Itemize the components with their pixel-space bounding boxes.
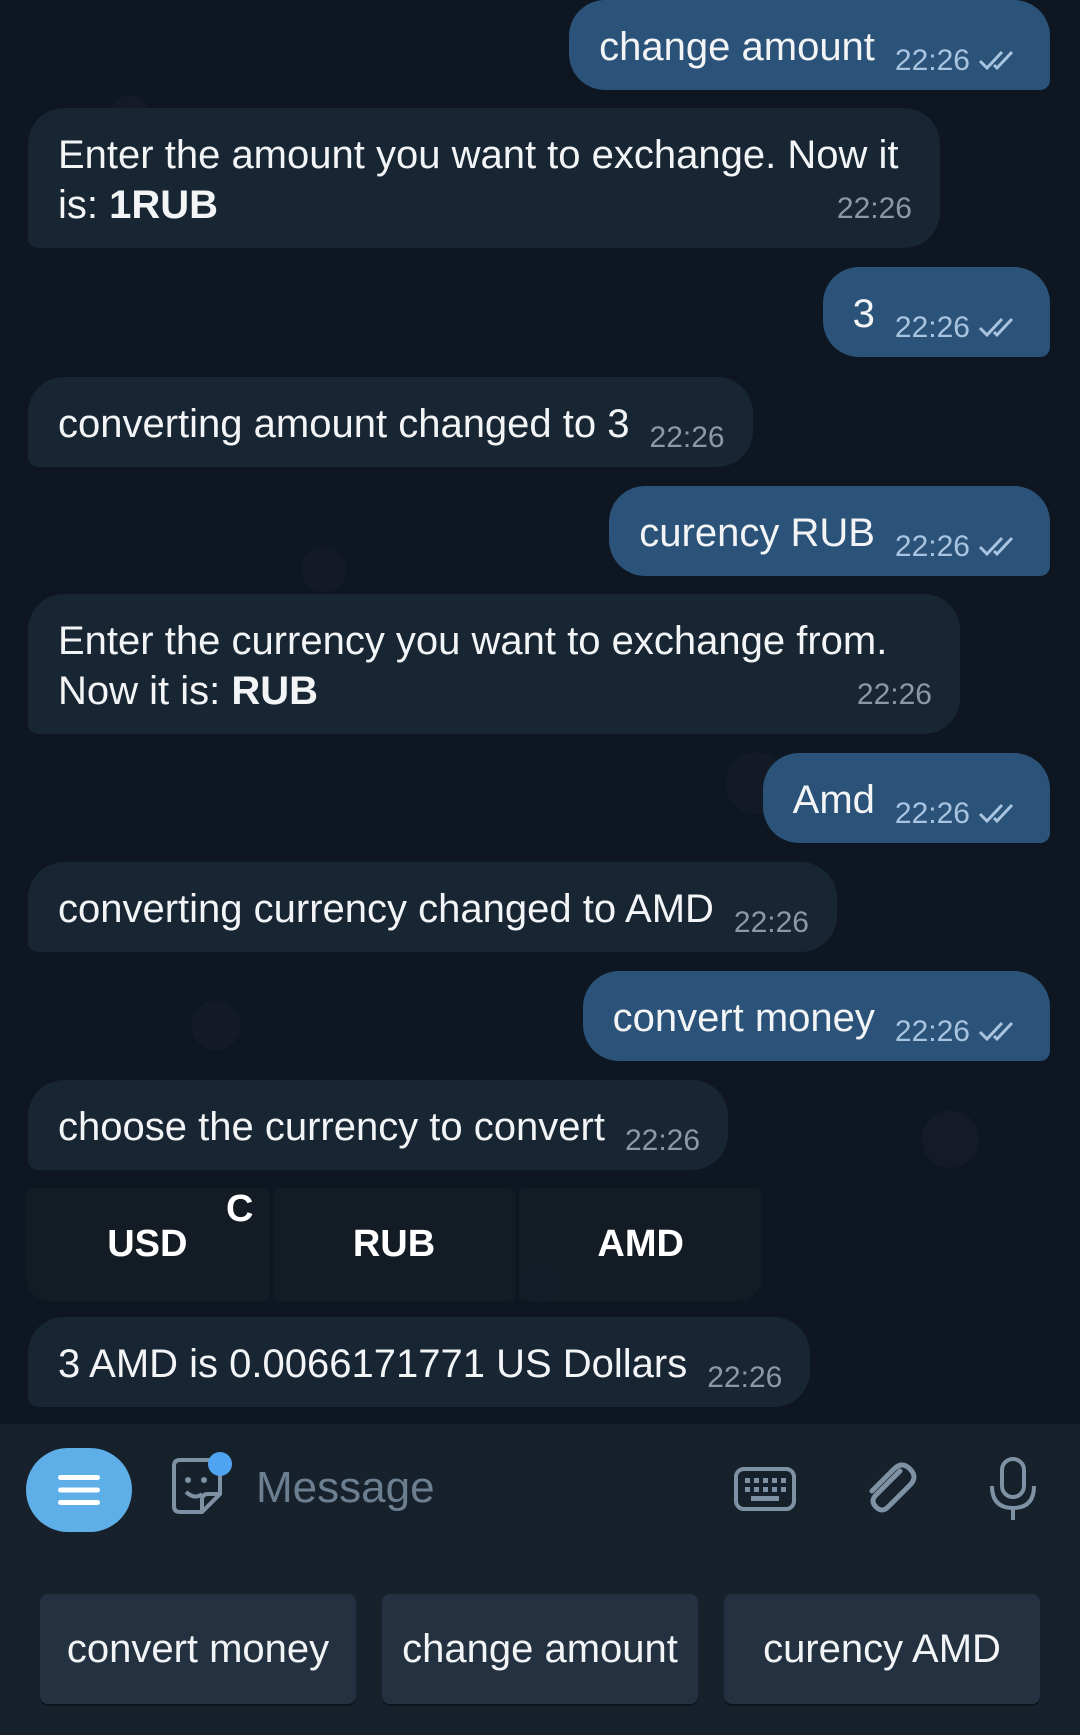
message-time: 22:26 xyxy=(895,789,1022,839)
message-text: Enter the currency you want to exchange … xyxy=(58,619,888,713)
reply-button-convert-money[interactable]: convert money xyxy=(40,1594,356,1704)
incoming-message[interactable]: Enter the amount you want to exchange. N… xyxy=(28,108,940,248)
paperclip-icon xyxy=(869,1462,917,1513)
incoming-message[interactable]: choose the currency to convert 22:26 xyxy=(28,1080,729,1170)
microphone-icon xyxy=(990,1457,1036,1520)
message-time: 22:26 xyxy=(856,678,932,711)
double-check-icon xyxy=(978,317,1014,338)
message-time: 22:26 xyxy=(649,421,725,454)
incoming-message[interactable]: Enter the currency you want to exchange … xyxy=(28,594,960,734)
stray-character: C xyxy=(226,1188,254,1230)
message-time: 22:26 xyxy=(895,1007,1022,1057)
reply-button-change-amount[interactable]: change amount xyxy=(382,1594,698,1704)
incoming-message[interactable]: converting amount changed to 3 22:26 xyxy=(28,377,753,467)
message-time: 22:26 xyxy=(733,906,809,939)
message-text: converting amount changed to 3 xyxy=(58,402,630,446)
double-check-icon xyxy=(978,536,1014,557)
incoming-message[interactable]: 3 AMD is 0.0066171771 US Dollars 22:26 xyxy=(28,1317,811,1407)
message-text: 3 AMD is 0.0066171771 US Dollars xyxy=(58,1342,688,1386)
message-text: convert money xyxy=(612,996,875,1040)
message-text: Enter the amount you want to exchange. N… xyxy=(58,133,899,227)
chat-history[interactable]: change amount 22:26 Enter the amount you … xyxy=(0,0,1080,1424)
sticker-button[interactable] xyxy=(162,1452,234,1524)
voice-record-button[interactable] xyxy=(978,1454,1048,1524)
incoming-message[interactable]: converting currency changed to AMD 22:26 xyxy=(28,862,837,952)
message-text: change amount xyxy=(599,25,875,69)
message-time: 22:26 xyxy=(707,1361,783,1394)
outgoing-message[interactable]: Amd 22:26 xyxy=(762,753,1050,843)
message-time: 22:26 xyxy=(895,522,1022,572)
attach-button[interactable] xyxy=(855,1454,925,1524)
message-time: 22:26 xyxy=(836,192,912,225)
double-check-icon xyxy=(978,803,1014,824)
inline-button-amd[interactable]: AMD xyxy=(519,1188,763,1301)
message-time: 22:26 xyxy=(624,1124,701,1157)
double-check-icon xyxy=(978,50,1014,71)
inline-keyboard: USD RUB AMD xyxy=(26,1188,763,1301)
outgoing-message[interactable]: convert money 22:26 xyxy=(582,971,1050,1061)
bot-menu-button[interactable] xyxy=(26,1448,132,1532)
message-text: converting currency changed to AMD xyxy=(58,887,714,931)
message-text: curency RUB xyxy=(639,511,875,555)
sticker-icon xyxy=(172,1452,232,1514)
message-input[interactable] xyxy=(256,1458,696,1518)
keyboard-icon xyxy=(734,1467,796,1511)
message-input-bar xyxy=(0,1424,1080,1554)
message-text: Amd xyxy=(792,778,875,822)
outgoing-message[interactable]: 3 22:26 xyxy=(822,267,1050,357)
reply-keyboard: convert money change amount curency AMD xyxy=(0,1554,1080,1735)
keyboard-toggle-button[interactable] xyxy=(730,1454,800,1524)
inline-button-rub[interactable]: RUB xyxy=(272,1188,516,1301)
double-check-icon xyxy=(978,1021,1014,1042)
message-text: 3 xyxy=(852,292,875,336)
message-time: 22:26 xyxy=(895,36,1022,86)
outgoing-message[interactable]: curency RUB 22:26 xyxy=(609,486,1050,576)
outgoing-message[interactable]: change amount 22:26 xyxy=(569,0,1050,90)
menu-icon xyxy=(58,1475,100,1505)
message-time: 22:26 xyxy=(895,303,1022,353)
telegram-chat-screen: change amount 22:26 Enter the amount you … xyxy=(0,0,1080,1735)
reply-button-curency-amd[interactable]: curency AMD xyxy=(724,1594,1040,1704)
message-text: choose the currency to convert xyxy=(58,1105,605,1149)
